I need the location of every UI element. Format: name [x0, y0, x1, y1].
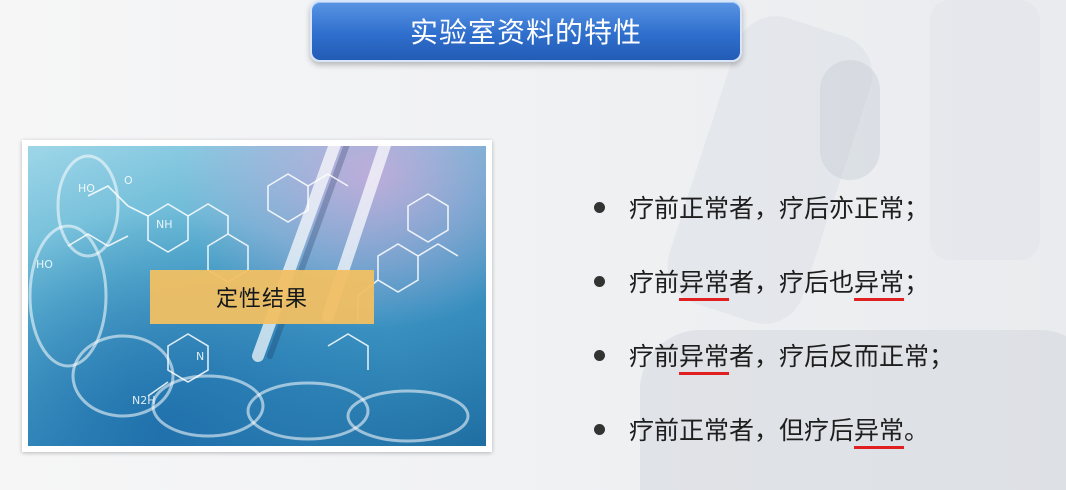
bullet-item: 疗前 异常 者，疗后反而正常； [594, 318, 1054, 392]
bullet-list: 疗前正常者，疗后亦正常； 疗前 异常 者，疗后也 异常； 疗前 异常 者，疗后反而正常； … [594, 170, 1054, 466]
molecule-label: NH [156, 218, 173, 231]
bullet-text: 疗前正常者，但疗后 [629, 416, 855, 445]
molecule-label: O [124, 174, 133, 187]
qualitative-result-label: 定性结果 [150, 270, 374, 324]
molecule-label: N [196, 350, 204, 363]
bullet-text: 。 [904, 416, 930, 445]
underlined-keyword: 异常 [854, 416, 905, 445]
bullet-text: 疗前正常者，疗后亦正常； [629, 194, 930, 223]
molecule-label: HO [78, 182, 95, 195]
bullet-item: 疗前正常者，疗后亦正常； [594, 170, 1054, 244]
bullet-text: 疗前 [629, 342, 680, 371]
underlined-keyword: 异常 [679, 342, 730, 371]
bullet-text: 者，疗后也 [729, 268, 855, 297]
molecule-label: N2H [132, 394, 156, 407]
bullet-item: 疗前 异常 者，疗后也 异常； [594, 244, 1054, 318]
bullet-dot-icon [594, 275, 605, 287]
bullet-item: 疗前正常者，但疗后 异常。 [594, 392, 1054, 466]
bullet-text: 者，疗后反而正常； [729, 342, 955, 371]
underlined-keyword: 异常 [679, 268, 730, 297]
bullet-text: 疗前 [629, 268, 680, 297]
background-decor [820, 60, 880, 180]
bullet-dot-icon [594, 349, 605, 361]
lab-photo-frame: HO HO NH N2H N O 定性结果 [22, 140, 492, 452]
underlined-keyword: 异常 [854, 268, 905, 297]
bullet-dot-icon [594, 423, 605, 435]
bullet-dot-icon [594, 201, 605, 213]
lab-photo: HO HO NH N2H N O 定性结果 [28, 146, 486, 446]
molecule-label: HO [36, 258, 53, 271]
slide-title: 实验室资料的特性 [310, 0, 742, 62]
bullet-text: ； [904, 268, 930, 297]
